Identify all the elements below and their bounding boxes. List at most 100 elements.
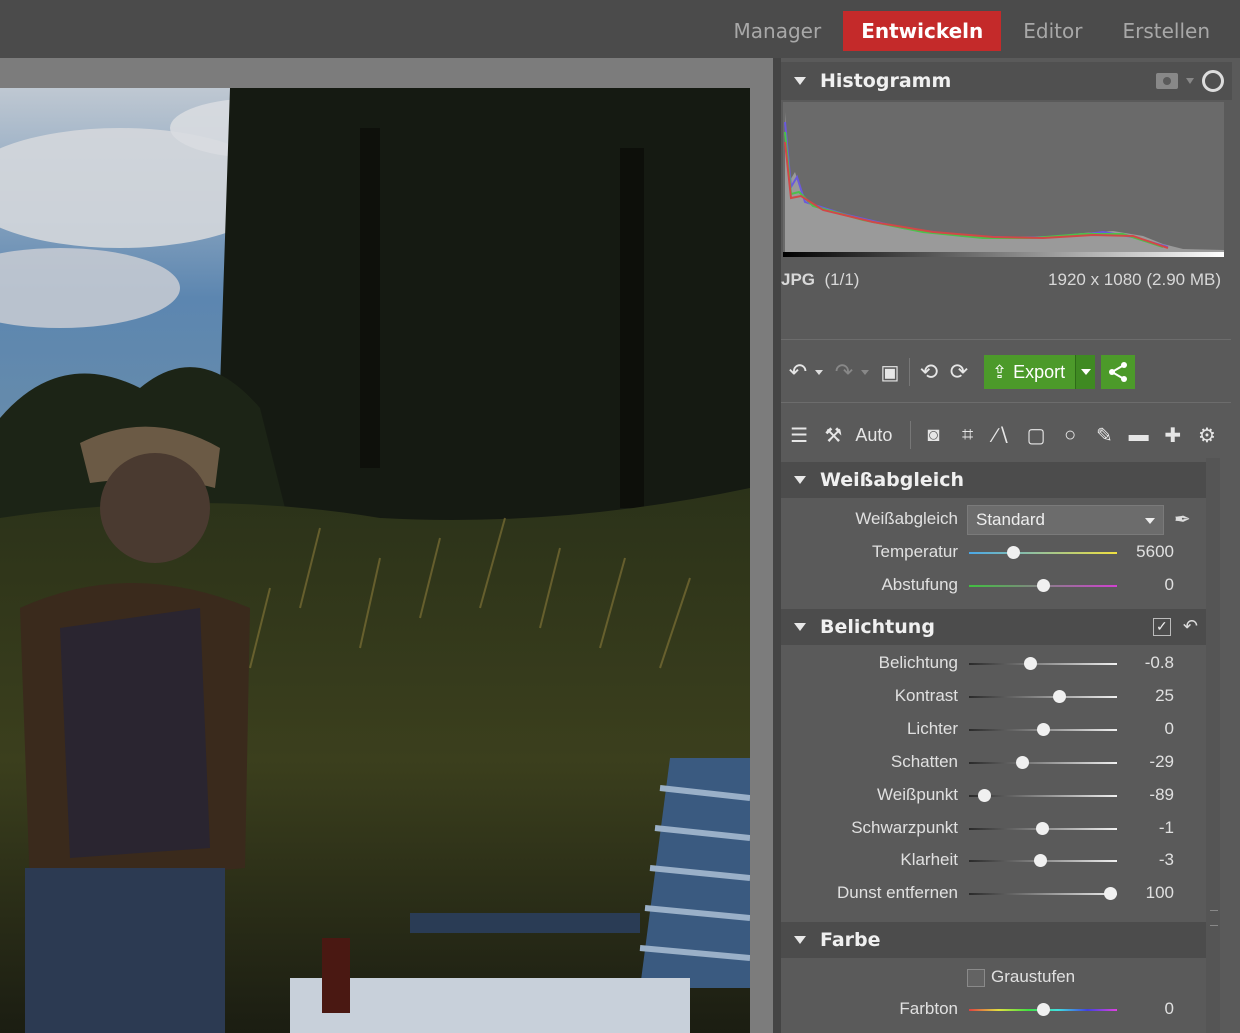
slider-exposure-0: Belichtung -0.8 <box>781 649 1206 679</box>
tab-manager[interactable]: Manager <box>716 11 840 51</box>
slider-value[interactable]: 25 <box>1155 686 1174 706</box>
camera-view-icon[interactable] <box>1156 73 1178 89</box>
slider-track[interactable] <box>969 663 1117 665</box>
share-button[interactable] <box>1101 355 1136 389</box>
slider-track[interactable] <box>969 552 1117 554</box>
slider-exposure-7: Dunst entfernen 100 <box>781 879 1206 909</box>
slider-value[interactable]: -29 <box>1149 752 1174 772</box>
slider-value[interactable]: 0 <box>1165 575 1174 595</box>
gradient-filter-icon[interactable]: ▢ <box>1020 420 1052 450</box>
slider-label: Schatten <box>890 751 958 771</box>
rotate-left-icon[interactable]: ⟲ <box>914 357 944 387</box>
slider-hue: Farbton 0 <box>781 995 1206 1025</box>
magic-wand-icon[interactable]: ⚒ <box>817 420 849 450</box>
slider-temperature: Temperatur 5600 <box>781 538 1206 568</box>
export-dropdown-icon[interactable] <box>1075 355 1096 389</box>
collapse-caret-icon[interactable] <box>794 936 806 944</box>
eyedropper-icon[interactable]: ✒ <box>1174 507 1191 532</box>
tab-erstellen[interactable]: Erstellen <box>1104 11 1228 51</box>
separator <box>910 421 912 449</box>
slider-track[interactable] <box>969 893 1117 896</box>
slider-label: Klarheit <box>900 850 958 870</box>
histogram-graph <box>783 102 1224 257</box>
tab-entwickeln[interactable]: Entwickeln <box>843 11 1002 51</box>
collapse-caret-icon[interactable] <box>794 476 806 484</box>
histogram-title: Histogramm <box>820 70 952 92</box>
section-enable-checkbox[interactable]: ✓ <box>1152 617 1171 636</box>
slider-value[interactable]: 0 <box>1165 999 1174 1019</box>
slider-label: Abstufung <box>881 575 958 594</box>
scrollbar-grip[interactable] <box>1210 910 1218 926</box>
slider-exposure-6: Klarheit -3 <box>781 846 1206 876</box>
slider-thumb[interactable] <box>1053 689 1067 703</box>
slider-value[interactable]: 5600 <box>1136 542 1174 562</box>
white-balance-select[interactable]: Standard <box>967 505 1164 535</box>
slider-value[interactable]: -89 <box>1149 785 1174 805</box>
adjustments-icon[interactable]: ☰ <box>783 420 815 450</box>
grayscale-label: Graustufen <box>991 967 1076 986</box>
white-balance-value: Standard <box>976 510 1045 529</box>
histogram-header[interactable]: Histogramm <box>781 62 1232 100</box>
reset-icon[interactable]: ↶ <box>1183 616 1198 637</box>
section-exposure[interactable]: Belichtung ✓ ↶ <box>781 609 1206 645</box>
white-balance-select-row: Weißabgleich Standard ✒ <box>781 505 1206 535</box>
slider-thumb[interactable] <box>1037 579 1050 592</box>
panel-scrollbar[interactable] <box>1206 458 1220 1033</box>
panel-divider[interactable] <box>773 58 781 1033</box>
photo-viewport[interactable] <box>0 58 773 1033</box>
slider-label: Belichtung <box>878 653 958 672</box>
slider-thumb[interactable] <box>1103 887 1117 901</box>
radial-filter-icon[interactable]: ○ <box>1054 420 1086 450</box>
crop-icon[interactable]: ⌗ <box>952 420 984 450</box>
slider-track[interactable] <box>969 794 1117 797</box>
slider-value[interactable]: 0 <box>1165 719 1174 739</box>
slider-tint: Abstufung 0 <box>781 571 1206 601</box>
grayscale-row: Graustufen <box>781 963 1206 993</box>
slider-thumb[interactable] <box>1023 657 1037 670</box>
export-button[interactable]: ⇪ Export <box>984 355 1096 389</box>
slider-thumb[interactable] <box>1016 755 1030 769</box>
develop-panel: Histogramm JPG (1/1) 1920 x 1080 (2.90 M… <box>773 58 1240 1033</box>
redo-icon[interactable]: ↷ <box>829 357 859 387</box>
slider-thumb[interactable] <box>1035 821 1049 835</box>
grayscale-checkbox[interactable] <box>967 969 985 987</box>
slider-value[interactable]: -1 <box>1159 818 1174 838</box>
camera-icon[interactable]: ◙ <box>917 420 949 450</box>
slider-thumb[interactable] <box>1034 854 1048 868</box>
undo-icon[interactable]: ↶ <box>783 357 813 387</box>
slider-value[interactable]: -3 <box>1159 850 1174 870</box>
slider-value[interactable]: 100 <box>1146 883 1174 903</box>
tab-editor[interactable]: Editor <box>1005 11 1100 51</box>
tools-toolbar: ☰ ⚒ Auto ◙ ⌗ ∕∖ ▢ ○ ✎ ▬ ✚ ⚙ <box>783 418 1223 452</box>
slider-label: Temperatur <box>872 542 958 561</box>
redo-history-caret-icon[interactable] <box>861 369 869 375</box>
collapse-caret-icon[interactable] <box>794 623 806 631</box>
slider-thumb[interactable] <box>1037 1003 1050 1016</box>
exposure-warning-icon[interactable] <box>1202 70 1224 92</box>
section-color[interactable]: Farbe <box>781 922 1206 958</box>
rotate-right-icon[interactable]: ⟳ <box>944 357 974 387</box>
slider-thumb[interactable] <box>977 788 991 802</box>
file-format: JPG <box>781 270 816 289</box>
slider-exposure-4: Weißpunkt -89 <box>781 781 1206 811</box>
collapse-caret-icon[interactable] <box>794 77 806 85</box>
slider-thumb[interactable] <box>1007 546 1021 559</box>
slider-track[interactable] <box>969 695 1117 698</box>
undo-history-caret-icon[interactable] <box>815 369 823 375</box>
photo-preview[interactable] <box>0 88 750 1033</box>
slider-exposure-2: Lichter 0 <box>781 715 1206 745</box>
section-title: Farbe <box>820 929 881 951</box>
image-compare-icon[interactable]: ▣ <box>875 357 905 387</box>
auto-button[interactable]: Auto <box>855 425 892 446</box>
perspective-icon[interactable]: ∕∖ <box>986 420 1018 450</box>
slider-track[interactable] <box>969 761 1117 764</box>
eraser-icon[interactable]: ▬ <box>1123 420 1155 450</box>
brush-icon[interactable]: ✎ <box>1088 420 1120 450</box>
slider-value[interactable]: -0.8 <box>1145 653 1174 673</box>
chevron-down-icon[interactable] <box>1186 78 1194 84</box>
slider-label: Lichter <box>906 718 958 738</box>
gear-icon[interactable]: ⚙ <box>1191 420 1223 450</box>
section-white-balance[interactable]: Weißabgleich <box>781 462 1206 498</box>
slider-thumb[interactable] <box>1037 722 1050 736</box>
healing-icon[interactable]: ✚ <box>1157 420 1189 450</box>
